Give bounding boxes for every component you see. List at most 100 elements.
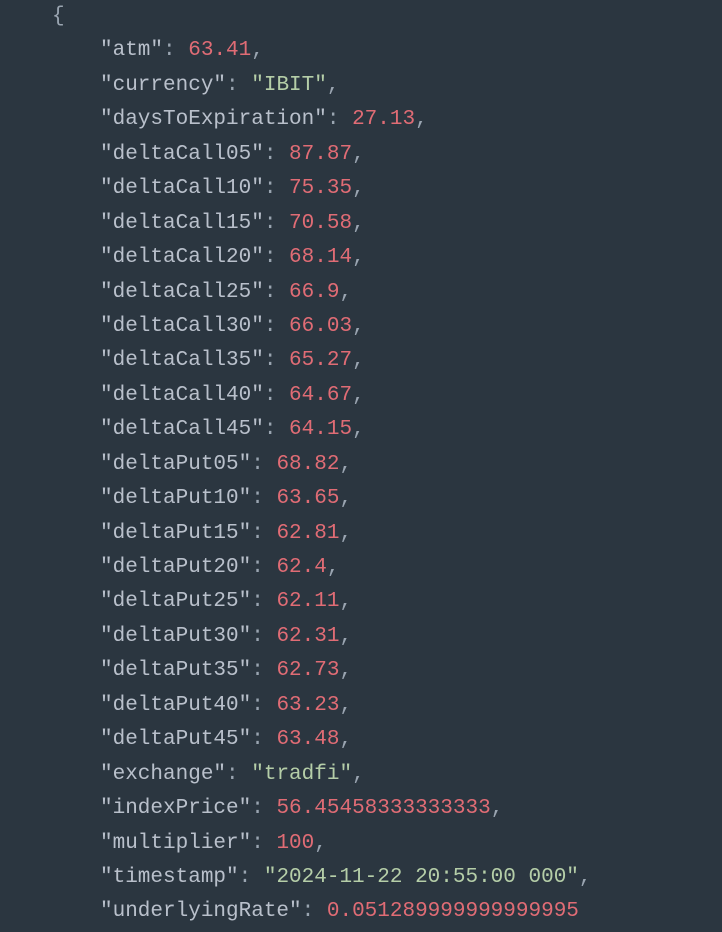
json-entry-line: "timestamp": "2024-11-22 20:55:00 000", — [0, 861, 722, 895]
json-key: "deltaPut40" — [100, 694, 251, 717]
json-comma: , — [251, 39, 264, 62]
json-colon: : — [264, 212, 289, 235]
json-colon: : — [251, 453, 276, 476]
json-comma: , — [339, 590, 352, 613]
json-comma: , — [491, 797, 504, 820]
json-value: 63.65 — [276, 487, 339, 510]
json-comma: , — [327, 74, 340, 97]
json-value: 68.14 — [289, 246, 352, 269]
json-key: "exchange" — [100, 763, 226, 786]
json-entry-line: "deltaPut20": 62.4, — [0, 551, 722, 585]
json-key: "deltaPut45" — [100, 728, 251, 751]
json-key: "indexPrice" — [100, 797, 251, 820]
json-comma: , — [339, 625, 352, 648]
json-comma: , — [352, 315, 365, 338]
json-entry-line: "deltaPut35": 62.73, — [0, 654, 722, 688]
json-key: "deltaCall05" — [100, 143, 264, 166]
json-entry-line: "deltaPut05": 68.82, — [0, 448, 722, 482]
json-colon: : — [251, 556, 276, 579]
open-brace: { — [52, 5, 65, 28]
json-value: 62.4 — [276, 556, 326, 579]
json-entry-line: "deltaPut25": 62.11, — [0, 585, 722, 619]
json-key: "deltaPut10" — [100, 487, 251, 510]
json-colon: : — [239, 866, 264, 889]
json-value: 65.27 — [289, 349, 352, 372]
json-key: "currency" — [100, 74, 226, 97]
json-value: "tradfi" — [251, 763, 352, 786]
json-comma: , — [352, 763, 365, 786]
json-colon: : — [264, 349, 289, 372]
json-colon: : — [264, 315, 289, 338]
json-comma: , — [352, 143, 365, 166]
json-value: "IBIT" — [251, 74, 327, 97]
json-comma: , — [579, 866, 592, 889]
json-value: "2024-11-22 20:55:00 000" — [264, 866, 579, 889]
json-value: 68.82 — [276, 453, 339, 476]
json-colon: : — [327, 108, 352, 131]
json-code-block: { "atm": 63.41,"currency": "IBIT","daysT… — [0, 0, 722, 930]
json-comma: , — [314, 832, 327, 855]
json-entry-line: "deltaCall20": 68.14, — [0, 241, 722, 275]
json-value: 75.35 — [289, 177, 352, 200]
json-colon: : — [264, 177, 289, 200]
json-colon: : — [251, 625, 276, 648]
json-key: "underlyingRate" — [100, 900, 302, 923]
json-colon: : — [264, 281, 289, 304]
json-entry-line: "deltaPut10": 63.65, — [0, 482, 722, 516]
json-entry-line: "deltaPut45": 63.48, — [0, 723, 722, 757]
json-value: 62.81 — [276, 522, 339, 545]
json-value: 0.051289999999999995 — [327, 900, 579, 923]
json-entry-line: "exchange": "tradfi", — [0, 758, 722, 792]
json-colon: : — [251, 522, 276, 545]
json-key: "deltaCall15" — [100, 212, 264, 235]
json-comma: , — [339, 281, 352, 304]
json-comma: , — [352, 177, 365, 200]
open-brace-line: { — [0, 0, 722, 34]
json-colon: : — [264, 143, 289, 166]
json-key: "deltaPut30" — [100, 625, 251, 648]
json-comma: , — [352, 349, 365, 372]
json-comma: , — [415, 108, 428, 131]
json-entry-line: "deltaCall05": 87.87, — [0, 138, 722, 172]
json-entry-line: "deltaCall15": 70.58, — [0, 207, 722, 241]
json-key: "deltaPut20" — [100, 556, 251, 579]
json-colon: : — [264, 246, 289, 269]
json-key: "timestamp" — [100, 866, 239, 889]
json-entry-line: "daysToExpiration": 27.13, — [0, 103, 722, 137]
json-comma: , — [339, 659, 352, 682]
json-key: "daysToExpiration" — [100, 108, 327, 131]
json-value: 62.73 — [276, 659, 339, 682]
json-entry-line: "deltaCall10": 75.35, — [0, 172, 722, 206]
json-colon: : — [264, 384, 289, 407]
json-colon: : — [251, 694, 276, 717]
json-entry-line: "deltaCall30": 66.03, — [0, 310, 722, 344]
json-comma: , — [352, 384, 365, 407]
json-comma: , — [352, 246, 365, 269]
json-colon: : — [163, 39, 188, 62]
json-comma: , — [352, 212, 365, 235]
json-entry-line: "multiplier": 100, — [0, 827, 722, 861]
json-value: 66.9 — [289, 281, 339, 304]
json-key: "deltaPut15" — [100, 522, 251, 545]
json-key: "deltaCall25" — [100, 281, 264, 304]
json-colon: : — [264, 418, 289, 441]
json-colon: : — [226, 763, 251, 786]
json-entry-line: "indexPrice": 56.45458333333333, — [0, 792, 722, 826]
json-colon: : — [251, 832, 276, 855]
json-value: 66.03 — [289, 315, 352, 338]
json-value: 62.31 — [276, 625, 339, 648]
json-value: 70.58 — [289, 212, 352, 235]
json-entry-line: "underlyingRate": 0.051289999999999995 — [0, 895, 722, 929]
json-key: "atm" — [100, 39, 163, 62]
json-key: "deltaCall30" — [100, 315, 264, 338]
json-value: 64.15 — [289, 418, 352, 441]
json-colon: : — [251, 590, 276, 613]
json-value: 63.41 — [188, 39, 251, 62]
json-key: "deltaPut35" — [100, 659, 251, 682]
json-key: "deltaCall20" — [100, 246, 264, 269]
json-value: 62.11 — [276, 590, 339, 613]
json-colon: : — [226, 74, 251, 97]
json-value: 56.45458333333333 — [276, 797, 490, 820]
json-entry-line: "currency": "IBIT", — [0, 69, 722, 103]
json-entry-line: "deltaCall25": 66.9, — [0, 276, 722, 310]
